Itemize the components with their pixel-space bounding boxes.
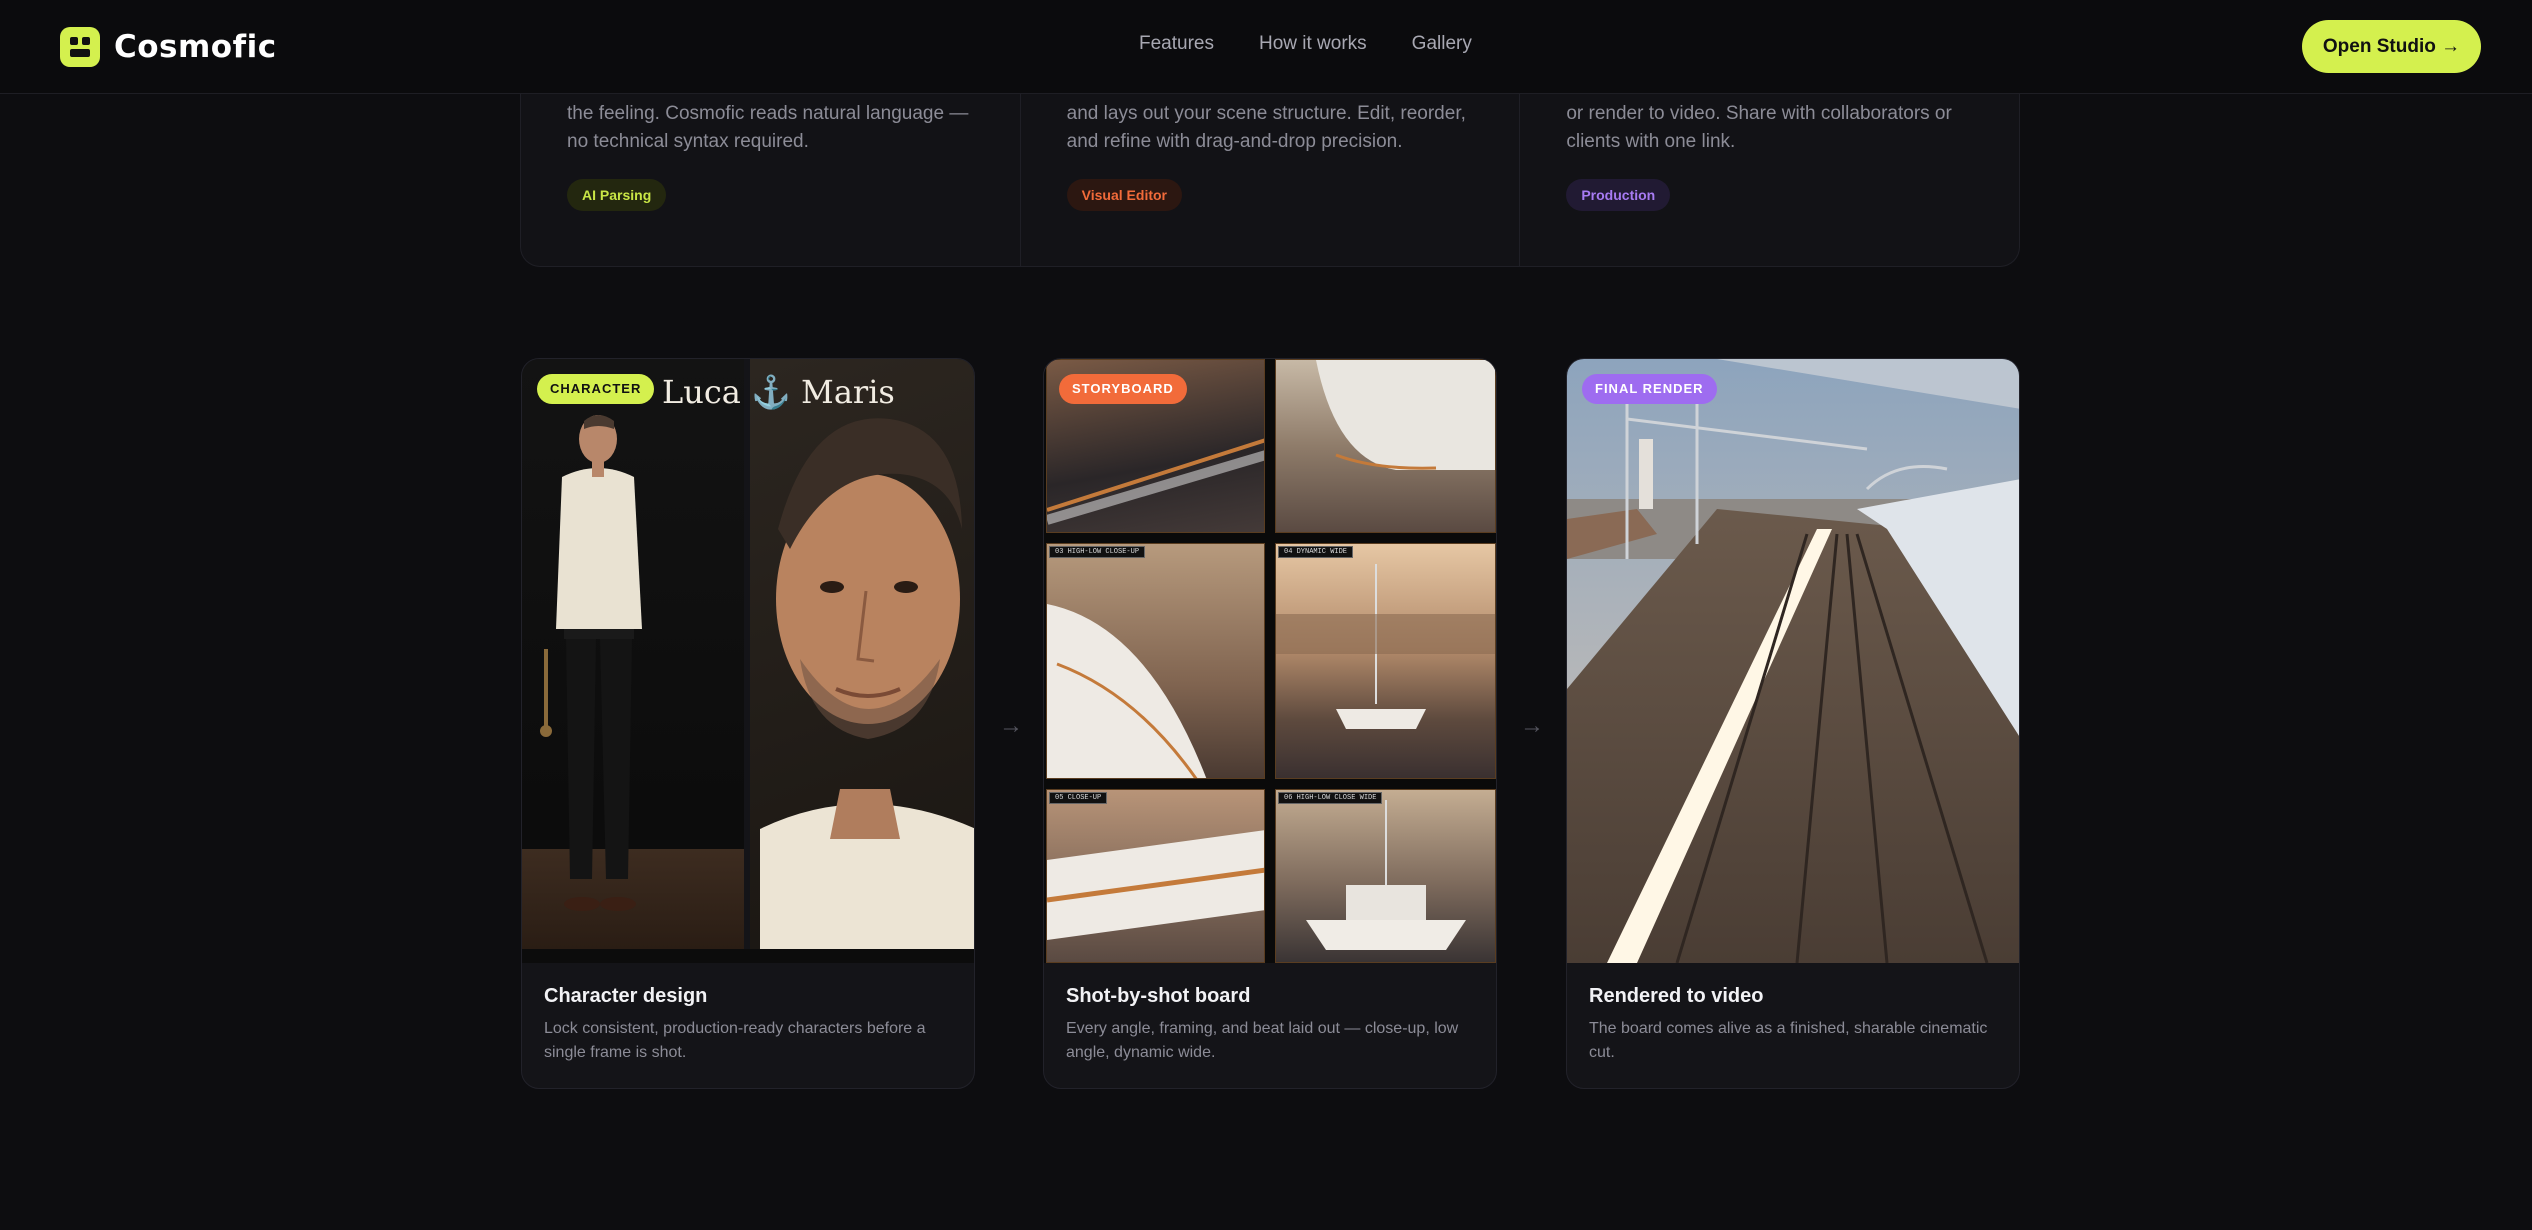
storyboard-image: 03 HIGH-LOW CLOSE-UP 04 DYNAMIC WIDE 05 … [1044,359,1496,963]
card-description: Lock consistent, production-ready charac… [544,1020,926,1061]
character-badge: CHARACTER [537,374,655,404]
nav-links: Features How it works Gallery [1139,33,1472,55]
card-storyboard: 03 HIGH-LOW CLOSE-UP 04 DYNAMIC WIDE 05 … [1043,358,1497,1089]
top-nav: Cosmofic Features How it works Gallery O… [0,0,2532,94]
character-name-title: Luca ⚓ Maris [662,373,895,411]
final-render-image [1567,359,2019,963]
brand-name: Cosmofic [114,29,277,65]
final-render-badge: FINAL RENDER [1582,374,1717,404]
feature-text: or render to video. Share with collabora… [1566,103,1952,152]
feature-text: the feeling. Cosmofic reads natural lang… [567,103,969,152]
feature-tag: Production [1566,179,1671,211]
logo-icon [60,27,100,67]
card-title: Rendered to video [1589,985,1764,1007]
nav-link-features[interactable]: Features [1139,33,1214,55]
character-image: Luca ⚓ Maris [522,359,974,963]
panel-label: 03 HIGH-LOW CLOSE-UP [1049,546,1146,558]
card-final-render: FINAL RENDER Rendered to video The board… [1566,358,2020,1089]
nav-link-gallery[interactable]: Gallery [1412,33,1472,55]
card-character: Luca ⚓ Maris CHARACTER Character design … [521,358,975,1089]
open-studio-button[interactable]: Open Studio → [2302,20,2481,73]
panel-label: 06 HIGH-LOW CLOSE WIDE [1278,792,1383,804]
storyboard-panel: 05 CLOSE-UP [1046,789,1265,963]
feature-tag: Visual Editor [1066,179,1182,211]
storyboard-panel [1275,359,1496,533]
card-title: Character design [544,985,708,1007]
feature-text: and lays out your scene structure. Edit,… [1066,103,1466,152]
storyboard-badge: STORYBOARD [1059,374,1187,404]
brand-logo[interactable]: Cosmofic [60,26,277,68]
flow-arrow: → [999,712,1023,739]
nav-link-how-it-works[interactable]: How it works [1259,33,1367,55]
storyboard-panel: 03 HIGH-LOW CLOSE-UP [1046,543,1265,779]
panel-label: 04 DYNAMIC WIDE [1278,546,1354,558]
storyboard-panel: 06 HIGH-LOW CLOSE WIDE [1275,789,1496,963]
storyboard-panel: 04 DYNAMIC WIDE [1275,543,1496,779]
character-portrait [760,418,974,949]
card-description: The board comes alive as a finished, sha… [1589,1020,1988,1061]
card-title: Shot-by-shot board [1066,985,1251,1007]
flow-arrow: → [1520,712,1544,739]
panel-label: 05 CLOSE-UP [1049,792,1108,804]
card-description: Every angle, framing, and beat laid out … [1066,1020,1459,1061]
character-full-body-figure [540,415,642,911]
feature-tag: AI Parsing [567,179,667,211]
